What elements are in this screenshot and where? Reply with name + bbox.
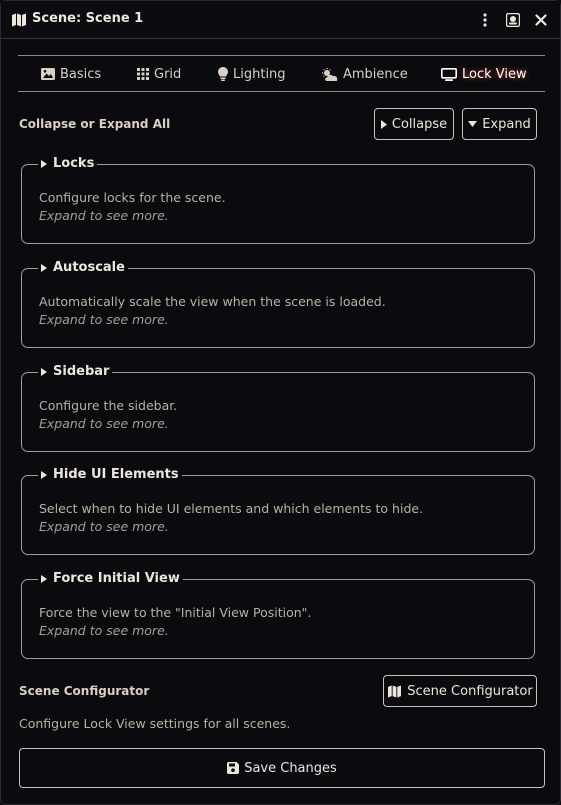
tab-label: Ambience <box>343 66 408 82</box>
tab-lock-view[interactable]: Lock View <box>441 65 527 83</box>
section-description: Force the view to the "Initial View Posi… <box>39 605 312 620</box>
section-sidebar: Sidebar Configure the sidebar. Expand to… <box>21 364 535 452</box>
section-hint: Expand to see more. <box>39 208 169 223</box>
section-hint: Expand to see more. <box>39 519 169 534</box>
window-title: Scene: Scene 1 <box>32 11 144 26</box>
map-icon <box>388 684 402 698</box>
tv-icon <box>441 67 457 81</box>
section-autoscale-toggle[interactable]: Autoscale <box>38 260 128 275</box>
scene-configurator-button[interactable]: Scene Configurator <box>383 675 537 707</box>
caret-right-icon <box>41 263 47 272</box>
collapse-button[interactable]: Collapse <box>374 108 454 140</box>
caret-right-icon <box>380 119 387 129</box>
tab-grid[interactable]: Grid <box>137 65 181 83</box>
section-title: Hide UI Elements <box>53 467 179 482</box>
section-title: Locks <box>53 156 95 171</box>
lightbulb-icon <box>218 67 228 81</box>
save-button-label: Save Changes <box>244 760 337 776</box>
collapse-expand-label: Collapse or Expand All <box>19 117 171 131</box>
collapse-button-label: Collapse <box>391 116 448 132</box>
close-icon[interactable] <box>531 10 551 30</box>
scene-configurator-description: Configure Lock View settings for all sce… <box>19 716 291 731</box>
section-locks: Locks Configure locks for the scene. Exp… <box>21 156 535 244</box>
tab-ambience[interactable]: Ambience <box>321 65 408 83</box>
save-icon <box>227 762 240 774</box>
token-icon[interactable] <box>503 10 523 30</box>
section-force-initial-view: Force Initial View Force the view to the… <box>21 571 535 659</box>
caret-right-icon <box>41 574 47 583</box>
section-hide-ui-elements: Hide UI Elements Select when to hide UI … <box>21 467 535 555</box>
section-description: Select when to hide UI elements and whic… <box>39 501 424 516</box>
tab-basics[interactable]: Basics <box>41 65 101 83</box>
tab-lighting[interactable]: Lighting <box>218 65 286 83</box>
map-icon <box>11 12 27 27</box>
scene-config-window: Scene: Scene 1 Basics Grid Lighting Ambi… <box>0 0 561 805</box>
section-description: Configure locks for the scene. <box>39 190 226 205</box>
section-sidebar-toggle[interactable]: Sidebar <box>38 364 113 379</box>
menu-icon[interactable] <box>475 10 495 30</box>
section-hint: Expand to see more. <box>39 312 169 327</box>
caret-down-icon <box>468 121 478 127</box>
tab-label: Lock View <box>462 66 527 82</box>
section-description: Configure the sidebar. <box>39 398 178 413</box>
caret-right-icon <box>41 367 47 376</box>
section-description: Automatically scale the view when the sc… <box>39 294 386 309</box>
scene-configurator-button-label: Scene Configurator <box>407 683 533 699</box>
window-titlebar[interactable]: Scene: Scene 1 <box>1 1 560 39</box>
grid-icon <box>137 68 149 80</box>
section-autoscale: Autoscale Automatically scale the view w… <box>21 260 535 348</box>
section-title: Force Initial View <box>53 571 180 586</box>
cloud-sun-icon <box>322 67 338 81</box>
expand-button-label: Expand <box>482 116 531 132</box>
caret-right-icon <box>41 470 47 479</box>
tab-label: Grid <box>154 66 182 82</box>
section-force-initial-view-toggle[interactable]: Force Initial View <box>38 571 183 586</box>
save-changes-button[interactable]: Save Changes <box>19 748 545 788</box>
tab-label: Lighting <box>233 66 286 82</box>
section-hide-ui-elements-toggle[interactable]: Hide UI Elements <box>38 467 182 482</box>
image-icon <box>41 68 55 80</box>
expand-button[interactable]: Expand <box>462 108 537 140</box>
section-locks-toggle[interactable]: Locks <box>38 156 98 171</box>
section-title: Autoscale <box>53 260 125 275</box>
tab-label: Basics <box>60 66 102 82</box>
tab-bar: Basics Grid Lighting Ambience Lock View <box>18 55 545 92</box>
scene-configurator-label: Scene Configurator <box>19 684 150 698</box>
caret-right-icon <box>41 159 47 168</box>
section-hint: Expand to see more. <box>39 623 169 638</box>
section-title: Sidebar <box>53 364 110 379</box>
section-hint: Expand to see more. <box>39 416 169 431</box>
